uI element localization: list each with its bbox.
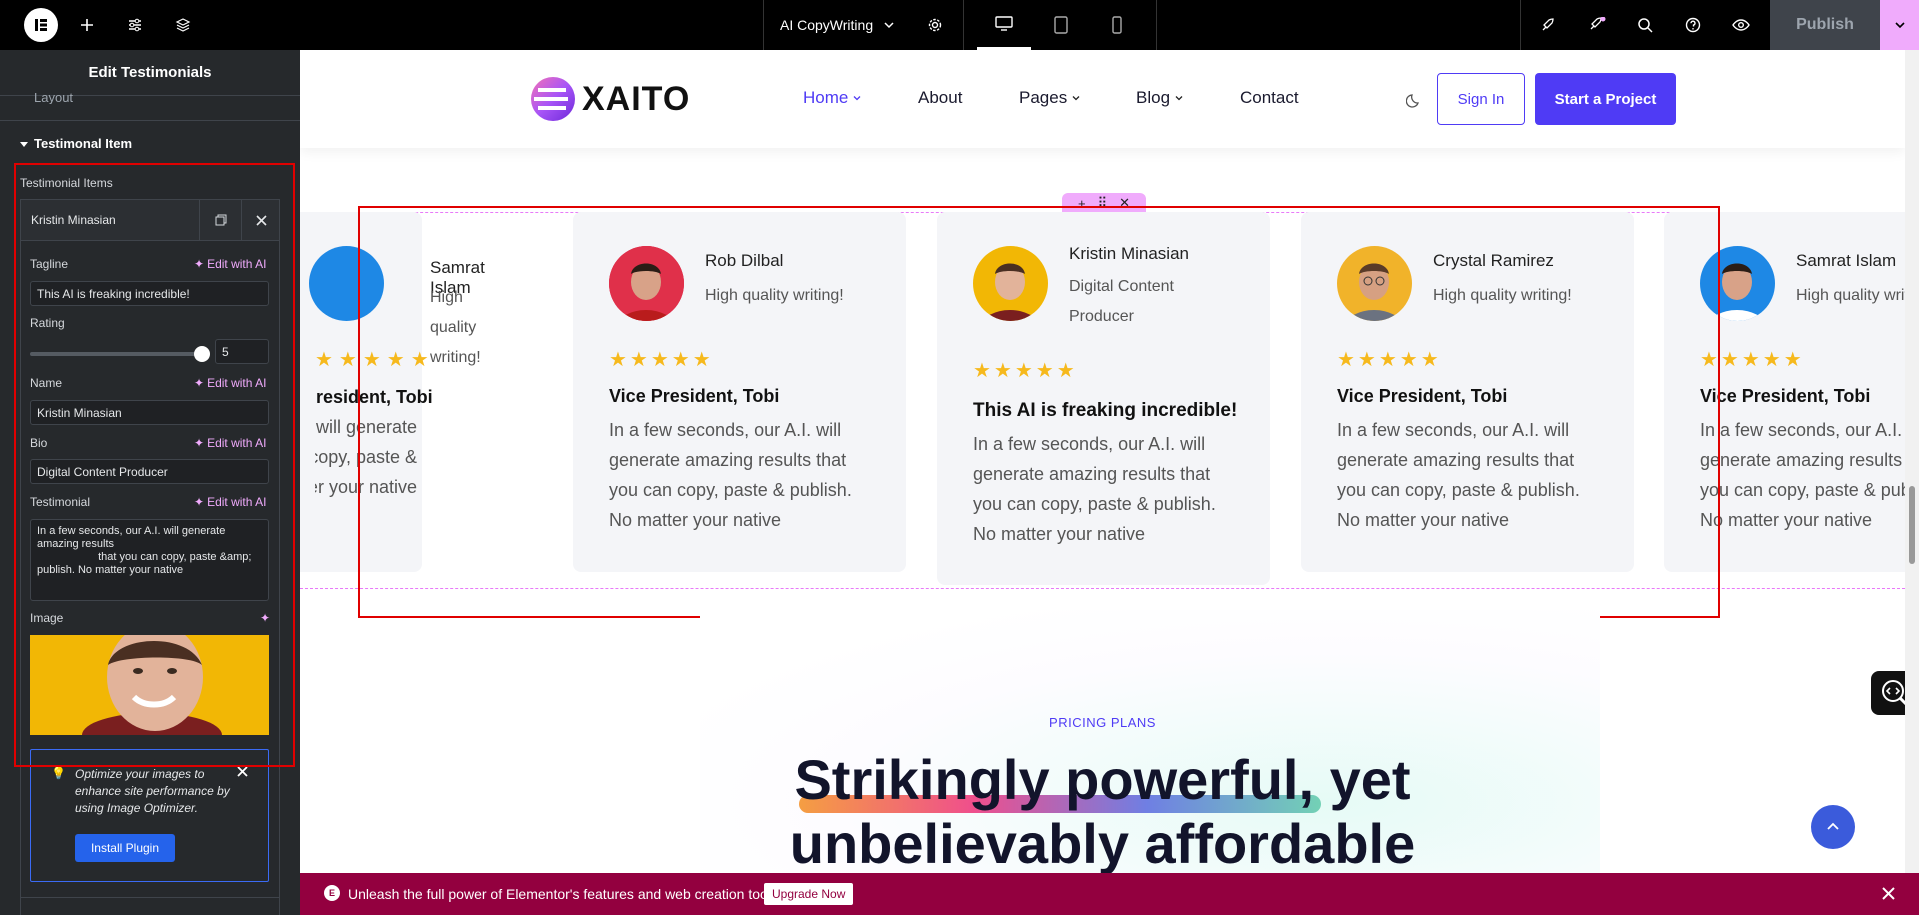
help-icon <box>1685 17 1701 33</box>
gear-icon <box>928 18 942 32</box>
moon-icon <box>1405 94 1419 108</box>
add-element-button[interactable] <box>74 0 100 50</box>
site-header: XAITO Home About Pages Blog Contact Sign… <box>300 50 1905 148</box>
promo-close-button[interactable] <box>1882 887 1895 903</box>
nav-blog[interactable]: Blog <box>1136 88 1184 108</box>
caret-down-icon <box>20 141 28 147</box>
logo-text: XAITO <box>582 79 691 118</box>
desktop-icon <box>995 15 1013 31</box>
rocket-icon <box>1542 18 1554 31</box>
launchpad-button[interactable] <box>1535 0 1561 50</box>
install-plugin-button[interactable]: Install Plugin <box>75 834 175 862</box>
nav-about[interactable]: About <box>918 88 962 108</box>
site-name: AI CopyWriting <box>780 17 874 33</box>
publish-options-button[interactable] <box>1880 0 1919 50</box>
close-icon <box>1882 887 1895 900</box>
notice-text: Optimize your images to enhance site per… <box>75 767 230 815</box>
eye-icon <box>1732 19 1750 31</box>
card-tagline: High quality writing! <box>1796 287 1919 304</box>
chevron-down-icon <box>884 22 894 29</box>
lightbulb-icon: 💡 <box>51 766 66 780</box>
preview-button[interactable] <box>1728 0 1754 50</box>
tablet-view-button[interactable] <box>1034 0 1088 50</box>
chevron-down-icon <box>1072 96 1080 101</box>
testimonial-item-section-header[interactable]: Testimonal Item <box>20 136 132 151</box>
card-text: In a few seconds, our A.I. will generate… <box>1700 420 1919 530</box>
sign-in-button[interactable]: Sign In <box>1437 73 1525 125</box>
section-title: Testimonal Item <box>34 136 133 151</box>
pricing-heading-line2: unbelievably affordable <box>789 812 1416 875</box>
editor-panel: Edit Testimonials Layout Testimonal Item… <box>0 50 300 915</box>
plus-icon <box>81 19 93 31</box>
chevron-up-icon <box>1827 822 1839 830</box>
elementor-icon: E <box>324 885 340 901</box>
image-optimizer-notice: 💡 Optimize your images to enhance site p… <box>30 749 269 882</box>
mobile-view-button[interactable] <box>1090 0 1144 50</box>
panel-highlight-box <box>14 163 295 767</box>
scrollbar-thumb[interactable] <box>1909 486 1915 564</box>
help-button[interactable] <box>1680 0 1706 50</box>
dark-mode-toggle[interactable] <box>1405 92 1422 113</box>
page-settings-button[interactable] <box>922 0 948 50</box>
pricing-heading-line1: Strikingly powerful, yet <box>794 748 1411 811</box>
scroll-to-top-button[interactable] <box>1811 805 1855 849</box>
card-name: Samrat Islam <box>1796 251 1897 270</box>
layers-icon <box>175 18 191 32</box>
upgrade-promo-bar: E Unleash the full power of Elementor's … <box>300 873 1919 915</box>
nav-pages[interactable]: Pages <box>1019 88 1081 108</box>
close-icon <box>237 766 248 777</box>
whats-new-button[interactable] <box>1584 0 1610 50</box>
testimonials-highlight-box <box>358 206 1720 618</box>
start-project-button[interactable]: Start a Project <box>1535 73 1676 125</box>
chevron-down-icon <box>853 96 861 101</box>
preview-canvas: XAITO Home About Pages Blog Contact Sign… <box>300 50 1919 915</box>
pricing-eyebrow: PRICING PLANS <box>1049 715 1156 730</box>
chevron-down-icon <box>1894 22 1905 29</box>
card-title: Vice President, Tobi <box>1700 386 1871 406</box>
site-settings-button[interactable] <box>122 0 148 50</box>
chevron-down-icon <box>1175 96 1183 101</box>
canvas-scrollbar[interactable] <box>1905 50 1919 873</box>
desktop-view-button[interactable] <box>977 0 1031 50</box>
sliders-icon <box>129 18 141 32</box>
megaphone-icon <box>1590 17 1606 30</box>
elementor-logo-button[interactable] <box>22 0 60 50</box>
structure-button[interactable] <box>170 0 196 50</box>
xaito-logo-icon <box>531 77 575 121</box>
tablet-icon <box>1054 16 1068 34</box>
nav-home[interactable]: Home <box>803 88 862 108</box>
mobile-icon <box>1112 16 1122 34</box>
site-selector[interactable]: AI CopyWriting <box>780 0 895 50</box>
editor-top-bar: AI CopyWriting Publish <box>0 0 1919 50</box>
nav-contact[interactable]: Contact <box>1240 88 1299 108</box>
publish-button[interactable]: Publish <box>1770 0 1880 50</box>
search-button[interactable] <box>1632 0 1658 50</box>
layout-section-header[interactable]: Layout <box>34 90 73 104</box>
elementor-logo-icon <box>24 8 58 42</box>
search-icon <box>1638 18 1653 33</box>
upgrade-now-button[interactable]: Upgrade Now <box>764 883 854 905</box>
site-logo[interactable]: XAITO <box>530 76 690 122</box>
promo-text: Unleash the full power of Elementor's fe… <box>348 886 782 902</box>
